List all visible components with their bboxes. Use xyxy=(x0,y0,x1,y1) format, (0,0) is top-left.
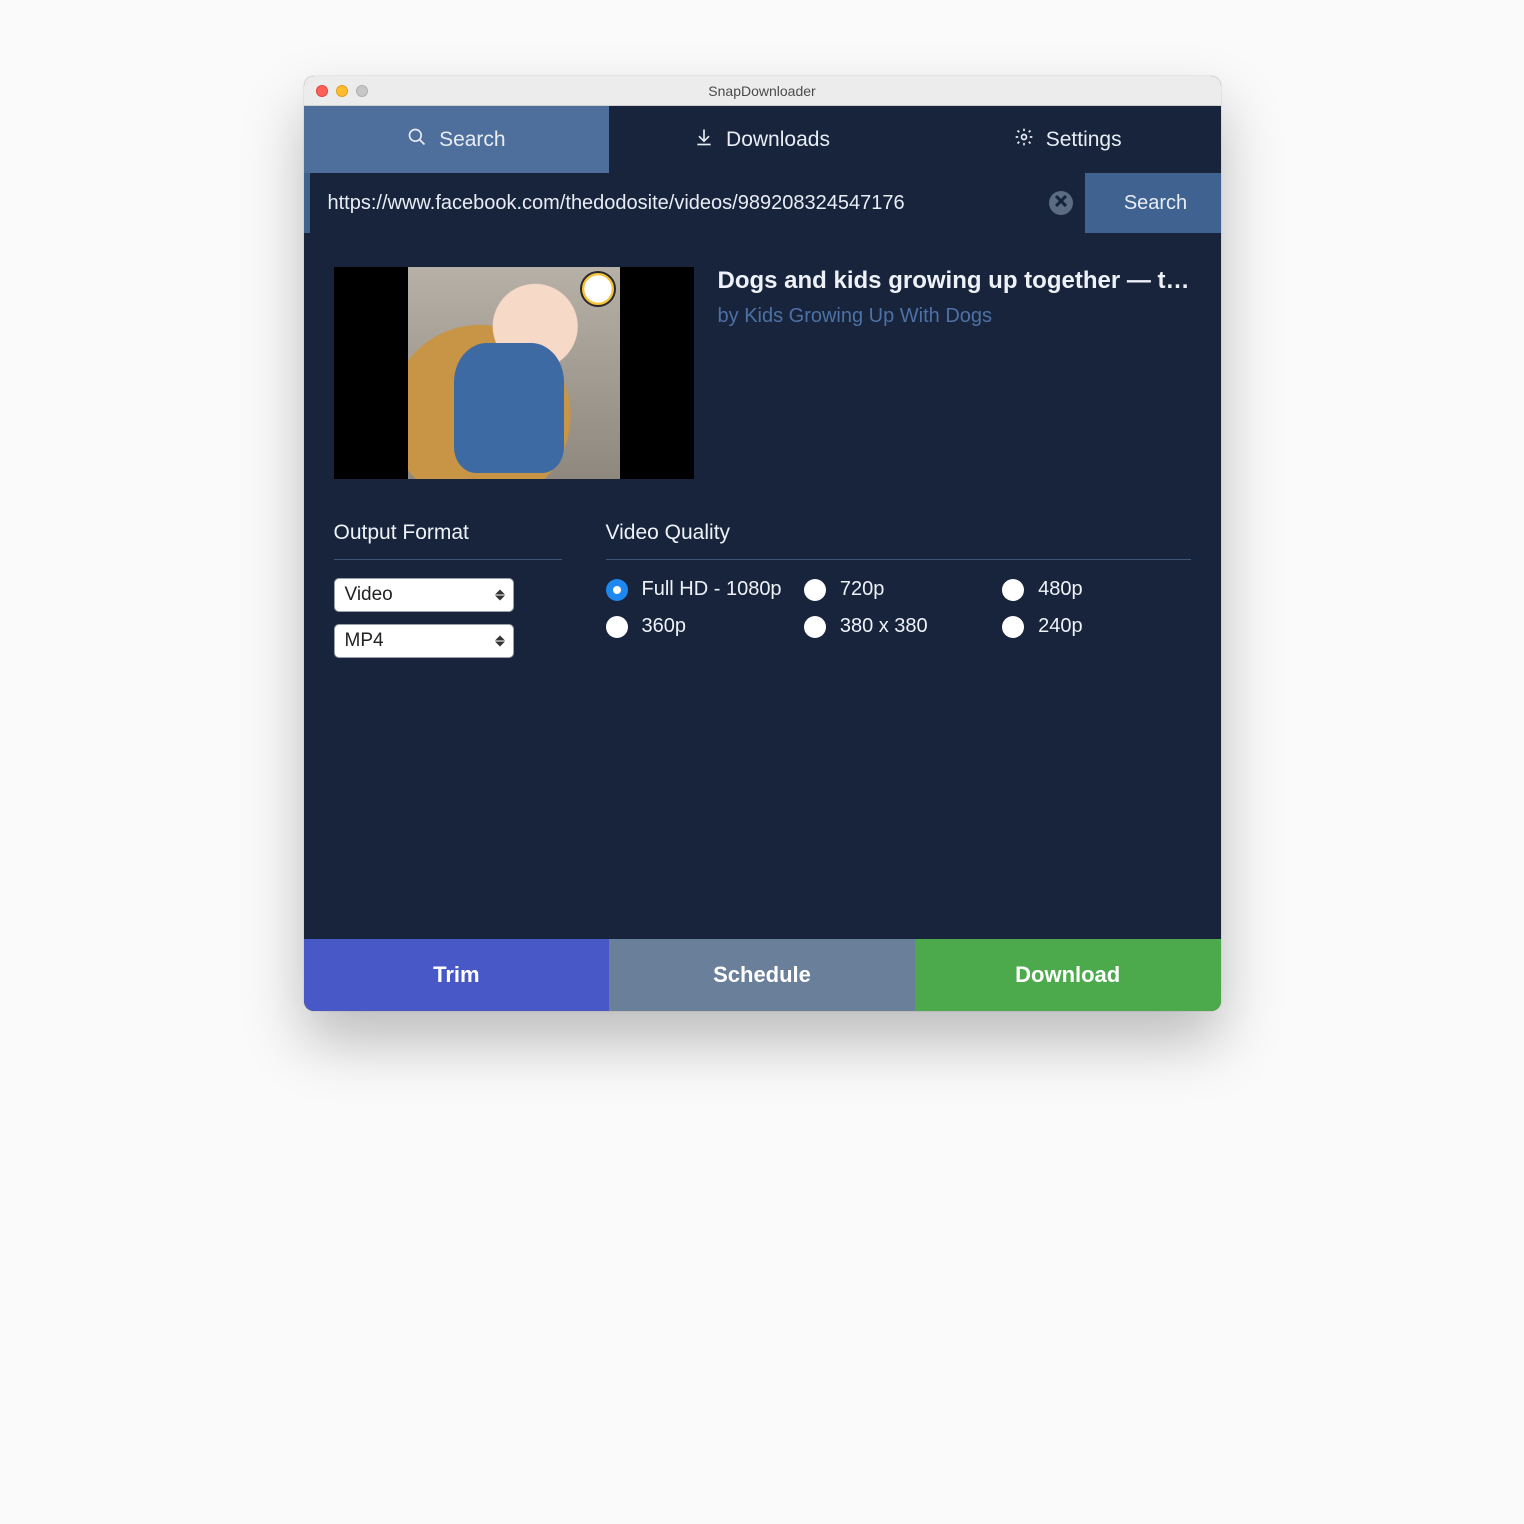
format-container-value: MP4 xyxy=(345,630,384,652)
video-preview: Dogs and kids growing up together — this… xyxy=(334,267,1191,479)
quality-option-360p[interactable]: 360p xyxy=(606,615,794,638)
download-icon xyxy=(694,127,714,153)
radio-dot-icon xyxy=(804,579,826,601)
search-button[interactable]: Search xyxy=(1091,173,1221,233)
tab-settings[interactable]: Settings xyxy=(915,106,1221,173)
output-format-section: Output Format Video MP4 xyxy=(334,521,562,670)
video-title: Dogs and kids growing up together — this… xyxy=(718,267,1191,295)
quality-label: 720p xyxy=(840,578,885,601)
window-controls xyxy=(316,85,368,97)
chevron-updown-icon xyxy=(495,636,505,647)
gear-icon xyxy=(1014,127,1034,153)
download-button[interactable]: Download xyxy=(915,939,1221,1011)
url-input[interactable] xyxy=(328,192,1049,215)
video-metadata: Dogs and kids growing up together — this… xyxy=(718,267,1191,479)
quality-label: Full HD - 1080p xyxy=(642,578,782,601)
format-container-select[interactable]: MP4 xyxy=(334,624,514,658)
tab-downloads[interactable]: Downloads xyxy=(609,106,915,173)
quality-radio-group: Full HD - 1080p 720p 480p 360p xyxy=(606,578,1191,638)
format-type-select[interactable]: Video xyxy=(334,578,514,612)
maximize-window-button[interactable] xyxy=(356,85,368,97)
quality-option-380x380[interactable]: 380 x 380 xyxy=(804,615,992,638)
content-area: Dogs and kids growing up together — this… xyxy=(304,233,1221,939)
window-title: SnapDownloader xyxy=(304,83,1221,99)
minimize-window-button[interactable] xyxy=(336,85,348,97)
tab-search[interactable]: Search xyxy=(304,106,610,173)
quality-option-1080p[interactable]: Full HD - 1080p xyxy=(606,578,794,601)
quality-label: 480p xyxy=(1038,578,1083,601)
close-window-button[interactable] xyxy=(316,85,328,97)
main-tabs: Search Downloads Settings xyxy=(304,106,1221,173)
schedule-button[interactable]: Schedule xyxy=(609,939,915,1011)
options-panel: Output Format Video MP4 Video Quality xyxy=(334,521,1191,670)
search-button-label: Search xyxy=(1124,192,1187,215)
action-bar: Trim Schedule Download xyxy=(304,939,1221,1011)
quality-option-240p[interactable]: 240p xyxy=(1002,615,1190,638)
radio-dot-icon xyxy=(804,616,826,638)
video-quality-section: Video Quality Full HD - 1080p 720p 48 xyxy=(606,521,1191,670)
clear-input-button[interactable] xyxy=(1049,191,1073,215)
tab-downloads-label: Downloads xyxy=(726,128,830,152)
video-thumbnail xyxy=(334,267,694,479)
radio-dot-icon xyxy=(606,616,628,638)
quality-option-480p[interactable]: 480p xyxy=(1002,578,1190,601)
output-format-heading: Output Format xyxy=(334,521,562,560)
search-bar: Search xyxy=(304,173,1221,233)
radio-dot-icon xyxy=(1002,616,1024,638)
titlebar: SnapDownloader xyxy=(304,76,1221,106)
thumbnail-source-logo-icon xyxy=(580,271,616,307)
trim-button[interactable]: Trim xyxy=(304,939,610,1011)
url-input-container xyxy=(310,173,1085,233)
tab-search-label: Search xyxy=(439,128,506,152)
search-icon xyxy=(407,127,427,153)
format-type-value: Video xyxy=(345,584,393,606)
video-author: by Kids Growing Up With Dogs xyxy=(718,305,1191,328)
quality-label: 380 x 380 xyxy=(840,615,928,638)
chevron-updown-icon xyxy=(495,590,505,601)
schedule-button-label: Schedule xyxy=(713,962,811,988)
quality-option-720p[interactable]: 720p xyxy=(804,578,992,601)
tab-settings-label: Settings xyxy=(1046,128,1122,152)
trim-button-label: Trim xyxy=(433,962,479,988)
quality-label: 240p xyxy=(1038,615,1083,638)
video-quality-heading: Video Quality xyxy=(606,521,1191,560)
radio-dot-icon xyxy=(606,579,628,601)
close-icon xyxy=(1055,194,1067,212)
app-window: SnapDownloader Search Downloads Settin xyxy=(304,76,1221,1011)
radio-dot-icon xyxy=(1002,579,1024,601)
quality-label: 360p xyxy=(642,615,687,638)
download-button-label: Download xyxy=(1015,962,1120,988)
